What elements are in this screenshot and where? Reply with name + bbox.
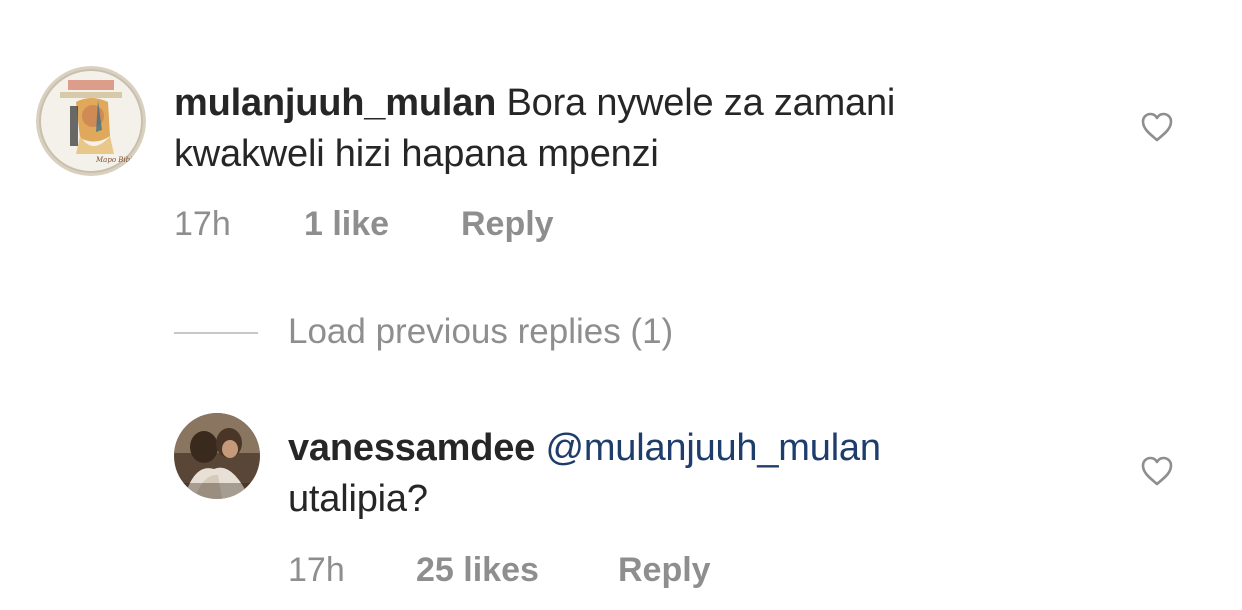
comment-meta: 17h 1 like Reply [174, 204, 874, 244]
heart-outline-icon[interactable] [1140, 455, 1174, 487]
reply-mention[interactable]: @mulanjuuh_mulan [545, 427, 881, 469]
reply-item: vanessamdee @mulanjuuh_mulan utalipia? 1… [0, 380, 1242, 610]
comment-item: Mapo Bibi mulanjuuh_mulan Bora nywele za… [0, 0, 1242, 280]
profile-avatar-illustration-icon: Mapo Bibi [36, 66, 146, 176]
reply-meta: 17h 25 likes Reply [288, 550, 988, 590]
comment-text: mulanjuuh_mulan Bora nywele za zamani kw… [174, 78, 1074, 180]
reply-likes[interactable]: 25 likes [416, 550, 539, 590]
avatar[interactable] [174, 413, 260, 499]
heart-outline-icon[interactable] [1140, 111, 1174, 143]
load-previous-replies-label[interactable]: Load previous replies (1) [288, 311, 673, 353]
reply-timestamp: 17h [288, 551, 345, 589]
avatar[interactable]: Mapo Bibi [36, 66, 146, 176]
comment-likes[interactable]: 1 like [304, 204, 389, 244]
comment-username[interactable]: mulanjuuh_mulan [174, 82, 496, 124]
reply-reply-button[interactable]: Reply [618, 550, 711, 590]
profile-avatar-photo-icon [174, 413, 260, 499]
reply-text: vanessamdee @mulanjuuh_mulan utalipia? [288, 423, 1168, 525]
comment-reply-button[interactable]: Reply [461, 204, 554, 244]
divider-line [174, 332, 258, 334]
comment-body-line1: Bora nywele za zamani [506, 82, 896, 124]
reply-username[interactable]: vanessamdee [288, 427, 535, 469]
comment-timestamp: 17h [174, 205, 231, 243]
svg-text:Mapo Bibi: Mapo Bibi [95, 156, 132, 164]
load-previous-replies[interactable]: Load previous replies (1) [174, 308, 874, 356]
reply-body: utalipia? [288, 478, 428, 520]
comment-body-line2: kwakweli hizi hapana mpenzi [174, 133, 659, 175]
